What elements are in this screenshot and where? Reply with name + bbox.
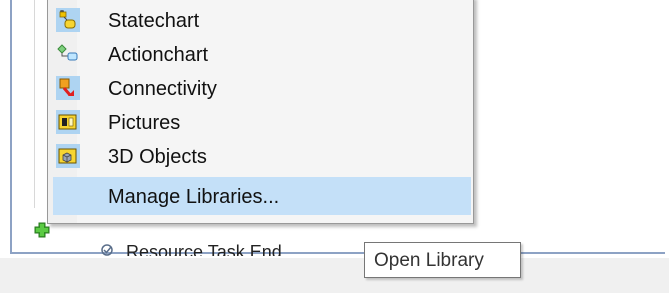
menu-item-label: Connectivity	[108, 78, 217, 100]
menu-item-pictures[interactable]: Pictures	[53, 105, 471, 139]
3d-objects-icon	[56, 144, 80, 168]
menu-item-label: Statechart	[108, 10, 200, 32]
status-bar	[0, 258, 669, 293]
menu-item-statechart[interactable]: Statechart	[53, 3, 471, 37]
resource-task-end-item[interactable]: Resource Task End	[100, 236, 350, 256]
menu-item-label: 3D Objects	[108, 146, 207, 168]
actionchart-icon	[56, 42, 80, 66]
open-library-tooltip: Open Library	[364, 242, 521, 278]
library-menu: Statechart Actionchart Connectivity Pict…	[47, 0, 474, 224]
menu-item-label: Pictures	[108, 112, 181, 134]
task-end-icon	[100, 243, 114, 256]
menu-item-label: Actionchart	[108, 44, 209, 66]
statechart-icon	[56, 8, 80, 32]
manage-libraries-label: Manage Libraries...	[108, 186, 280, 208]
resource-task-end-label: Resource Task End	[126, 242, 282, 256]
manage-libraries-item[interactable]: Manage Libraries...	[53, 177, 471, 215]
panel-divider	[34, 0, 35, 208]
plus-icon[interactable]	[34, 222, 50, 243]
pictures-icon	[56, 110, 80, 134]
menu-item-actionchart[interactable]: Actionchart	[53, 37, 471, 71]
menu-item-3d-objects[interactable]: 3D Objects	[53, 139, 471, 173]
tooltip-text: Open Library	[374, 250, 484, 271]
menu-item-connectivity[interactable]: Connectivity	[53, 71, 471, 105]
connectivity-icon	[56, 76, 80, 100]
